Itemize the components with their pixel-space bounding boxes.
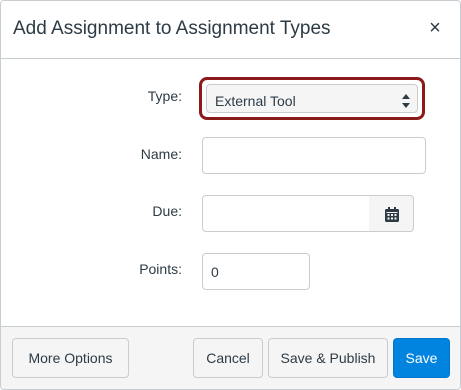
select-arrows-icon [402, 94, 410, 108]
close-icon[interactable]: × [426, 17, 444, 39]
name-input[interactable] [202, 137, 426, 174]
calendar-icon [385, 207, 399, 222]
due-date-input[interactable] [202, 195, 370, 232]
type-select-highlight: External Tool [199, 77, 425, 120]
points-input[interactable]: 0 [202, 253, 310, 290]
type-select[interactable]: External Tool [206, 84, 418, 113]
type-label: Type: [147, 88, 182, 104]
type-select-value: External Tool [215, 93, 296, 109]
add-assignment-dialog: Add Assignment to Assignment Types × Typ… [0, 0, 461, 390]
due-label: Due: [152, 203, 182, 219]
dialog-header: Add Assignment to Assignment Types × [1, 1, 460, 59]
points-input-value: 0 [211, 264, 219, 280]
name-label: Name: [140, 146, 182, 162]
points-label: Points: [139, 261, 182, 277]
calendar-button[interactable] [369, 195, 414, 232]
save-button[interactable]: Save [393, 338, 450, 378]
more-options-button[interactable]: More Options [12, 338, 129, 378]
cancel-button[interactable]: Cancel [193, 338, 263, 378]
dialog-title: Add Assignment to Assignment Types [13, 18, 331, 39]
dialog-footer: More Options Cancel Save & Publish Save [1, 326, 460, 389]
save-publish-button[interactable]: Save & Publish [268, 338, 388, 378]
